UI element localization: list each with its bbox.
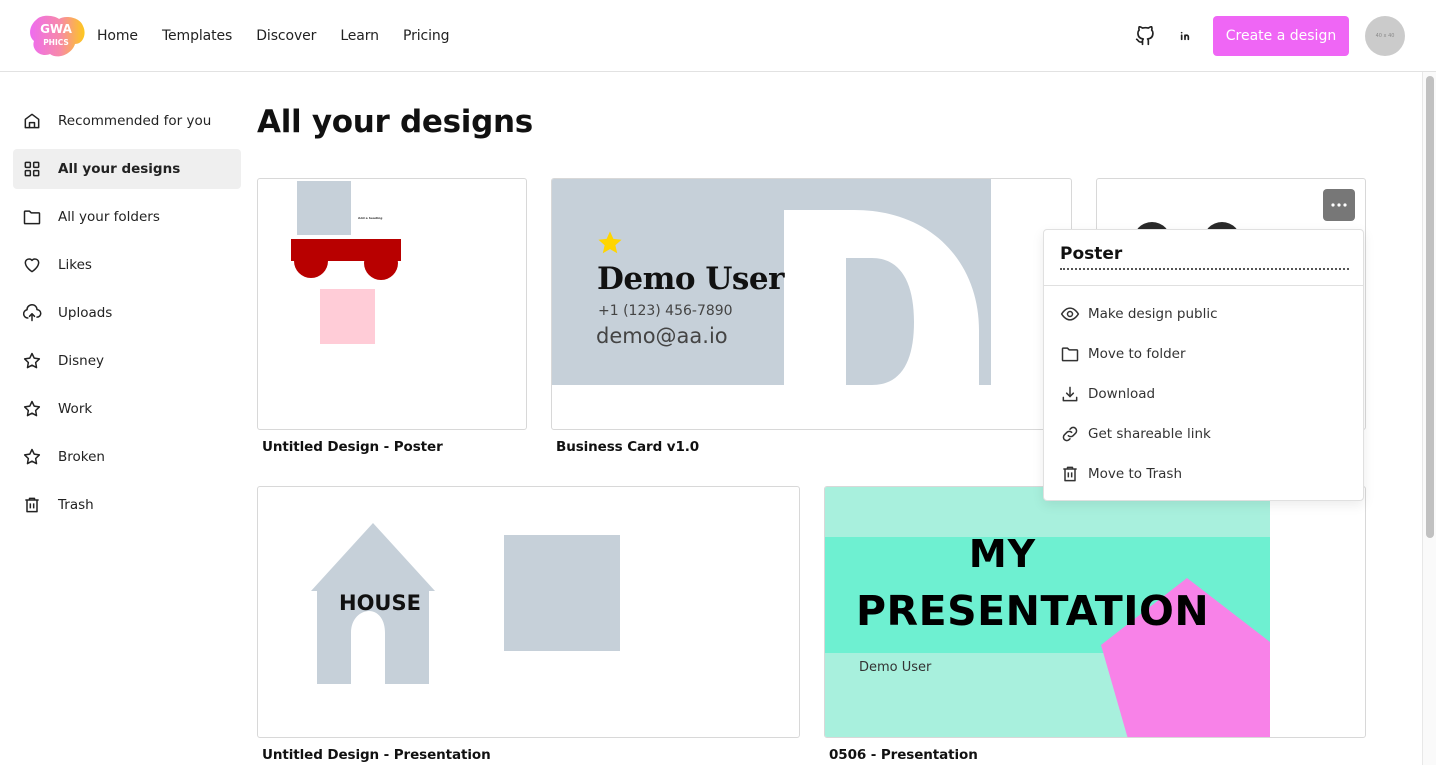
- folder-icon: [22, 207, 42, 227]
- home-icon: [22, 111, 42, 131]
- design-title[interactable]: Untitled Design - Poster: [262, 439, 443, 455]
- upload-cloud-icon: [22, 303, 42, 323]
- design-context-menu: Poster Make design public Move to folder…: [1043, 229, 1364, 501]
- sidebar-item-label: All your folders: [58, 209, 160, 225]
- preview-red-cart: [291, 239, 401, 280]
- preview-pink-square: [320, 289, 375, 344]
- design-card-business-card[interactable]: Demo User +1 (123) 456-7890 demo@aa.io: [551, 178, 1072, 430]
- preview-phone: +1 (123) 456-7890: [598, 303, 733, 319]
- sidebar-item-label: Likes: [58, 257, 92, 273]
- heart-icon: [22, 255, 42, 275]
- preview-name: Demo User: [597, 261, 784, 297]
- menu-item-label: Move to folder: [1088, 346, 1186, 362]
- sidebar: Recommended for you All your designs All…: [13, 101, 241, 533]
- nav-discover[interactable]: Discover: [256, 28, 316, 44]
- sidebar-item-likes[interactable]: Likes: [13, 245, 241, 285]
- preview-presentation: MY PRESENTATION Demo User: [825, 487, 1270, 737]
- gwaphics-logo[interactable]: GWA PHICS: [28, 14, 86, 58]
- sidebar-item-label: All your designs: [58, 161, 181, 177]
- create-design-button[interactable]: Create a design: [1213, 16, 1349, 56]
- trash-icon: [22, 495, 42, 515]
- sidebar-item-all-designs[interactable]: All your designs: [13, 149, 241, 189]
- sidebar-item-label: Uploads: [58, 305, 113, 321]
- menu-item-download[interactable]: Download: [1060, 374, 1350, 414]
- trash-icon: [1060, 464, 1080, 484]
- download-icon: [1060, 384, 1080, 404]
- menu-item-make-public[interactable]: Make design public: [1060, 294, 1350, 334]
- design-card-untitled-poster[interactable]: Add a heading: [257, 178, 527, 430]
- sidebar-item-recommended[interactable]: Recommended for you: [13, 101, 241, 141]
- design-title[interactable]: Untitled Design - Presentation: [262, 747, 491, 763]
- menu-item-label: Download: [1088, 386, 1156, 402]
- menu-item-label: Get shareable link: [1088, 426, 1211, 442]
- user-avatar[interactable]: 40 x 40: [1365, 16, 1405, 56]
- design-title[interactable]: 0506 - Presentation: [829, 747, 978, 763]
- design-card-untitled-presentation[interactable]: HOUSE: [257, 486, 800, 738]
- sidebar-item-all-folders[interactable]: All your folders: [13, 197, 241, 237]
- star-icon: [598, 231, 622, 254]
- preview-title-line1: MY: [968, 532, 1037, 576]
- nav-learn[interactable]: Learn: [340, 28, 379, 44]
- more-options-button[interactable]: [1323, 189, 1355, 221]
- menu-item-shareable-link[interactable]: Get shareable link: [1060, 414, 1350, 454]
- folder-icon: [1060, 344, 1080, 364]
- sidebar-item-label: Disney: [58, 353, 105, 369]
- preview-big-letter-d: [784, 210, 979, 385]
- sidebar-item-uploads[interactable]: Uploads: [13, 293, 241, 333]
- preview-gray-square: [504, 535, 620, 651]
- linkedin-icon[interactable]: [1175, 26, 1195, 46]
- logo-text-top: GWA: [40, 22, 73, 36]
- eye-icon: [1060, 304, 1080, 324]
- preview-title-line2: PRESENTATION: [856, 587, 1210, 635]
- sidebar-item-label: Trash: [58, 497, 94, 513]
- menu-title-field[interactable]: Poster: [1060, 244, 1349, 270]
- preview-gray-square: [297, 181, 351, 235]
- sidebar-item-broken[interactable]: Broken: [13, 437, 241, 477]
- grid-icon: [22, 159, 42, 179]
- github-icon[interactable]: [1135, 25, 1155, 46]
- page-scrollbar[interactable]: [1422, 72, 1436, 765]
- preview-email: demo@aa.io: [596, 324, 728, 348]
- design-title[interactable]: Business Card v1.0: [556, 439, 699, 455]
- star-icon: [22, 351, 42, 371]
- ellipsis-icon: [1331, 203, 1347, 207]
- preview-heading-text: Add a heading: [358, 216, 383, 220]
- page-title: All your designs: [257, 104, 533, 140]
- logo-text-bottom: PHICS: [43, 38, 69, 47]
- main-nav: Home Templates Discover Learn Pricing: [97, 0, 473, 72]
- scrollbar-thumb[interactable]: [1426, 76, 1434, 538]
- menu-item-label: Move to Trash: [1088, 466, 1183, 482]
- preview-business-card: Demo User +1 (123) 456-7890 demo@aa.io: [552, 179, 991, 385]
- sidebar-item-label: Recommended for you: [58, 113, 212, 129]
- sidebar-item-disney[interactable]: Disney: [13, 341, 241, 381]
- menu-item-label: Make design public: [1088, 306, 1218, 322]
- star-icon: [22, 447, 42, 467]
- sidebar-item-label: Work: [58, 401, 93, 417]
- star-icon: [22, 399, 42, 419]
- link-icon: [1060, 424, 1080, 444]
- nav-home[interactable]: Home: [97, 28, 138, 44]
- preview-house-text: HOUSE: [339, 591, 421, 615]
- menu-title: Poster: [1060, 244, 1123, 264]
- menu-item-move-to-trash[interactable]: Move to Trash: [1060, 454, 1350, 494]
- menu-item-move-to-folder[interactable]: Move to folder: [1060, 334, 1350, 374]
- nav-templates[interactable]: Templates: [162, 28, 232, 44]
- design-card-0506-presentation[interactable]: MY PRESENTATION Demo User: [824, 486, 1366, 738]
- sidebar-item-work[interactable]: Work: [13, 389, 241, 429]
- nav-pricing[interactable]: Pricing: [403, 28, 450, 44]
- preview-author: Demo User: [859, 660, 932, 675]
- top-navbar: GWA PHICS Home Templates Discover Learn …: [0, 0, 1436, 72]
- sidebar-item-trash[interactable]: Trash: [13, 485, 241, 525]
- menu-divider: [1044, 285, 1363, 286]
- sidebar-item-label: Broken: [58, 449, 105, 465]
